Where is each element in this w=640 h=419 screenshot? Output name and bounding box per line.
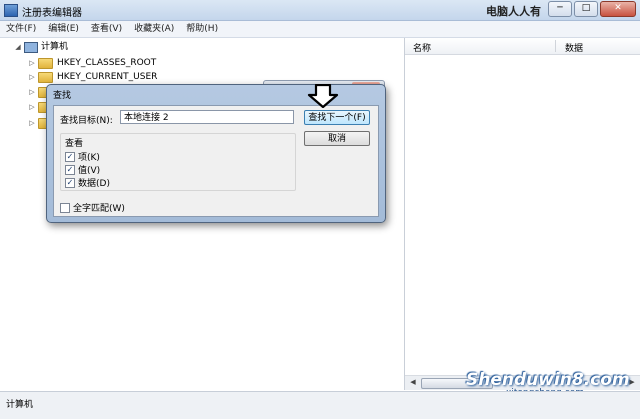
pointer-arrow-icon (307, 84, 339, 108)
option-keys[interactable]: ✓ 项(K) (65, 150, 100, 163)
folder-icon (38, 71, 53, 83)
match-whole-option[interactable]: 全字匹配(W) (60, 201, 125, 214)
maximize-button[interactable]: □ (574, 1, 598, 17)
collapse-icon[interactable]: ◢ (14, 40, 22, 54)
option-data[interactable]: ✓ 数据(D) (65, 176, 110, 189)
column-divider[interactable] (555, 40, 556, 52)
menu-help[interactable]: 帮助(H) (180, 21, 224, 37)
scroll-left-icon[interactable]: ◀ (407, 377, 419, 388)
find-dialog-body: 查找目标(N): 本地连接 2 查找下一个(F) 取消 查看 ✓ 项(K) ✓ … (53, 105, 379, 217)
values-list[interactable]: 名称 数据 ◀ ▶ (405, 38, 640, 390)
caption-buttons: ─ □ ✕ (546, 1, 636, 17)
watermark-main: Shenduwin8.com (466, 370, 630, 390)
tree-item-label: 计算机 (41, 42, 69, 52)
expand-icon[interactable]: ▷ (28, 100, 36, 114)
menu-bar: 文件(F) 编辑(E) 查看(V) 收藏夹(A) 帮助(H) (0, 21, 640, 38)
close-button[interactable]: ✕ (600, 1, 636, 17)
title-bar: 注册表编辑器 电脑人人有 ─ □ ✕ (0, 0, 640, 21)
status-bar: 计算机 (0, 391, 640, 419)
status-text: 计算机 (6, 400, 34, 410)
find-next-button[interactable]: 查找下一个(F) (304, 110, 370, 125)
find-target-label: 查找目标(N): (60, 116, 113, 126)
expand-icon[interactable]: ▷ (28, 56, 36, 70)
window-title: 注册表编辑器 (22, 8, 82, 19)
tree-item-computer[interactable]: ◢ 计算机 (14, 40, 68, 54)
find-target-input[interactable]: 本地连接 2 (120, 110, 294, 124)
tree-item-label: HKEY_CURRENT_USER (57, 72, 158, 82)
checkbox-keys[interactable]: ✓ (65, 151, 75, 162)
expand-icon[interactable]: ▷ (28, 116, 36, 130)
expand-icon[interactable]: ▷ (28, 70, 36, 84)
tree-item-hkcr[interactable]: ▷ HKEY_CLASSES_ROOT (28, 56, 156, 70)
find-dialog-title: 查找 (53, 91, 72, 101)
folder-icon (38, 57, 53, 69)
tree-item-label: HKEY_CLASSES_ROOT (57, 58, 157, 68)
checkbox-match-whole[interactable] (60, 202, 70, 213)
look-at-title: 查看 (65, 139, 84, 149)
checkbox-data[interactable]: ✓ (65, 177, 75, 188)
expand-icon[interactable]: ▷ (28, 85, 36, 99)
menu-file[interactable]: 文件(F) (0, 21, 42, 37)
option-keys-label: 项(K) (78, 153, 100, 163)
match-whole-label: 全字匹配(W) (73, 204, 125, 214)
look-at-group: 查看 ✓ 项(K) ✓ 值(V) ✓ 数据(D) (60, 133, 296, 191)
column-header: 名称 数据 (405, 38, 640, 55)
registry-editor-icon (4, 4, 18, 17)
option-values[interactable]: ✓ 值(V) (65, 163, 100, 176)
watermark-text: 电脑人人有 (486, 5, 541, 18)
minimize-button[interactable]: ─ (548, 1, 572, 17)
column-data-header[interactable]: 数据 (565, 41, 583, 54)
option-values-label: 值(V) (78, 166, 101, 176)
column-name-header[interactable]: 名称 (413, 41, 431, 54)
menu-favorites[interactable]: 收藏夹(A) (128, 21, 180, 37)
option-data-label: 数据(D) (78, 179, 110, 189)
tree-item-hkcu[interactable]: ▷ HKEY_CURRENT_USER (28, 70, 157, 84)
cancel-button[interactable]: 取消 (304, 131, 370, 146)
checkbox-values[interactable]: ✓ (65, 164, 75, 175)
computer-icon (24, 41, 38, 53)
menu-view[interactable]: 查看(V) (85, 21, 128, 37)
menu-edit[interactable]: 编辑(E) (42, 21, 85, 37)
